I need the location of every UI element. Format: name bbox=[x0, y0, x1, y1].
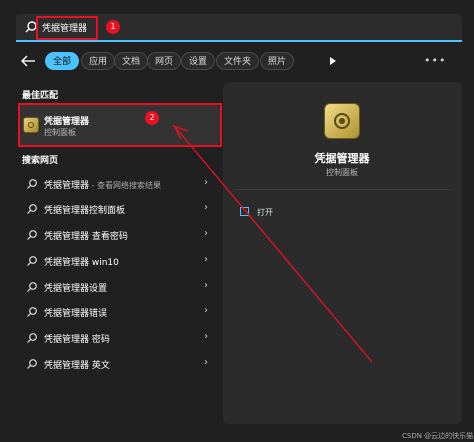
annotation-arrow bbox=[172, 124, 373, 363]
watermark: CSDN @云边的快乐猫 bbox=[402, 432, 474, 440]
